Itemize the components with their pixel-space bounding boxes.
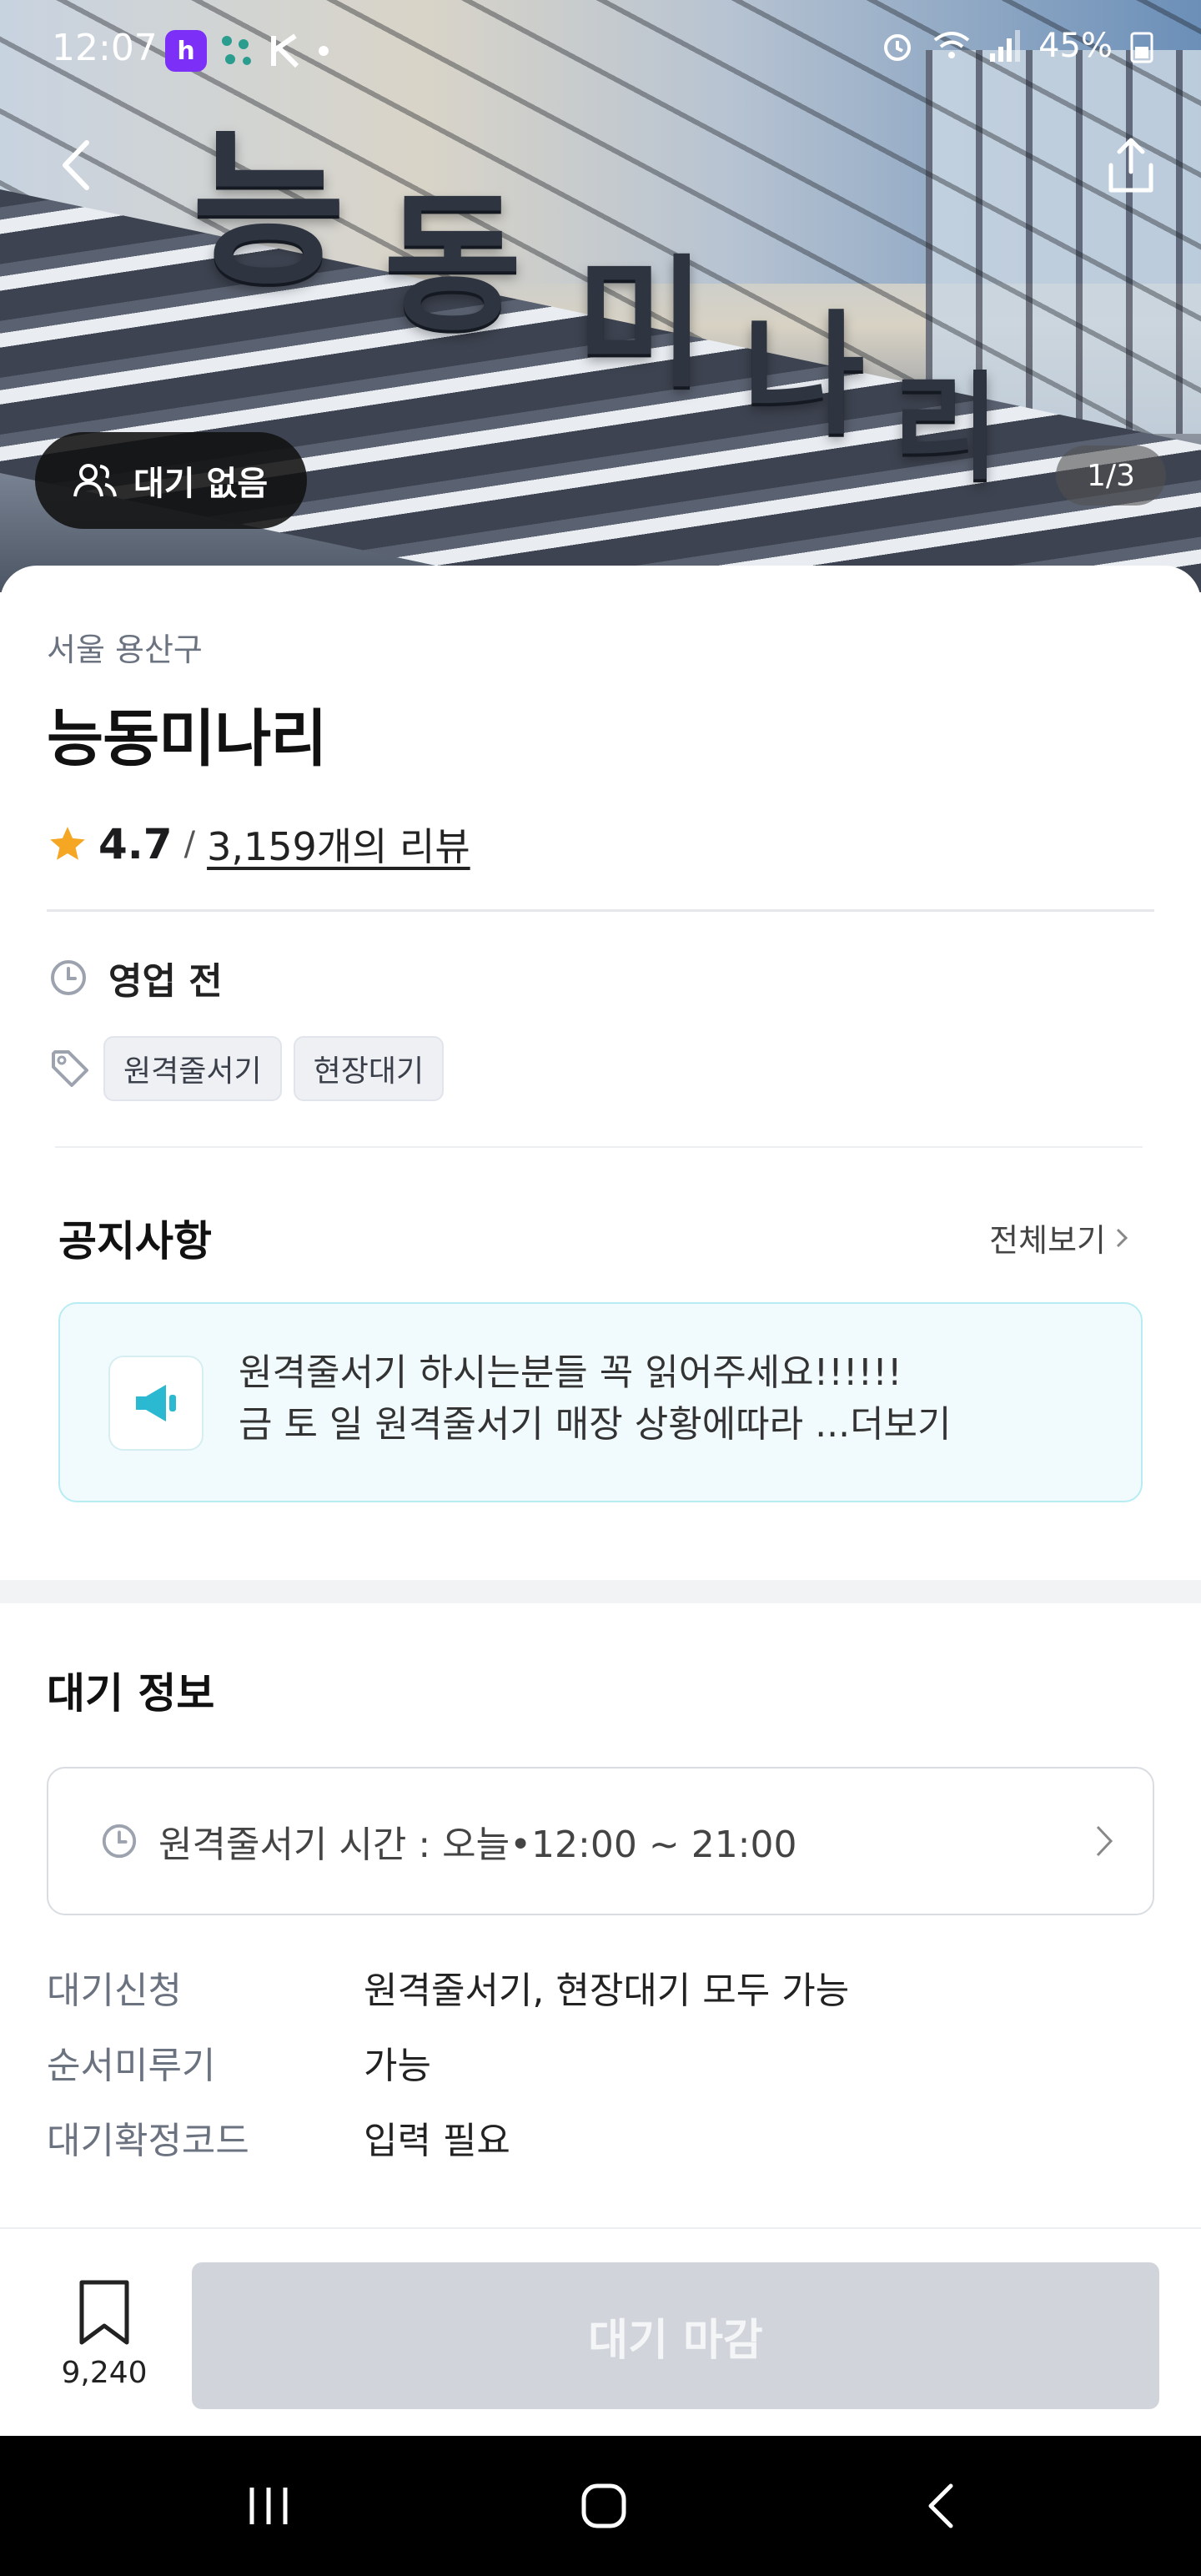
star-icon bbox=[50, 827, 85, 860]
notice-card[interactable]: 원격줄서기 하시는분들 꼭 읽어주세요!!!!!! 금 토 일 원격줄서기 매장… bbox=[58, 1302, 1143, 1502]
bookmark-count: 9,240 bbox=[61, 2356, 148, 2390]
notice-preview-text: 원격줄서기 하시는분들 꼭 읽어주세요!!!!!! 금 토 일 원격줄서기 매장… bbox=[239, 1347, 952, 1451]
status-indicators: 45% bbox=[880, 27, 1154, 65]
recent-apps-icon bbox=[249, 2488, 288, 2524]
remote-queue-time-row[interactable]: 원격줄서기 시간 : 오늘•12:00 ~ 21:00 bbox=[47, 1767, 1154, 1915]
tag-row: 원격줄서기 현장대기 bbox=[48, 1036, 445, 1101]
status-bar: 12:07 h 45% bbox=[0, 18, 1201, 77]
image-page-counter: 1/3 bbox=[1056, 445, 1166, 506]
dot-icon bbox=[319, 46, 329, 56]
chevron-left-icon bbox=[63, 140, 89, 190]
home-button[interactable] bbox=[554, 2469, 654, 2543]
sign-char: 미 bbox=[575, 240, 706, 407]
info-key: 대기확정코드 bbox=[47, 2120, 249, 2162]
signal-icon bbox=[990, 30, 1021, 62]
wait-info-title: 대기 정보 bbox=[47, 1669, 215, 1718]
notice-view-all-link[interactable]: 전체보기 bbox=[989, 1215, 1129, 1260]
sign-char: 나 bbox=[742, 296, 866, 453]
clock-icon bbox=[51, 960, 86, 995]
dots-app-icon bbox=[222, 36, 251, 65]
sign-char: 동 bbox=[384, 176, 522, 352]
waiting-status-label: 대기 없음 bbox=[133, 465, 269, 503]
megaphone-icon bbox=[136, 1385, 176, 1421]
people-icon bbox=[73, 464, 117, 497]
notice-view-all-label: 전체보기 bbox=[989, 1222, 1106, 1259]
divider bbox=[47, 909, 1154, 912]
info-value: 입력 필요 bbox=[364, 2120, 510, 2162]
tag-chip: 원격줄서기 bbox=[103, 1036, 282, 1101]
waiting-closed-button[interactable]: 대기 마감 bbox=[192, 2262, 1159, 2409]
app-notification-icon: h bbox=[165, 30, 207, 72]
rating-value: 4.7 bbox=[98, 820, 173, 868]
info-value: 원격줄서기, 현장대기 모두 가능 bbox=[364, 1970, 850, 2012]
status-app-icons: h bbox=[165, 30, 332, 72]
notice-line-2: 금 토 일 원격줄서기 매장 상황에따라 ... bbox=[239, 1403, 851, 1446]
divider bbox=[55, 1146, 1143, 1148]
store-name: 능동미나리 bbox=[47, 703, 327, 775]
notice-more-link[interactable]: 더보기 bbox=[850, 1403, 951, 1446]
info-row-postpone: 순서미루기 가능 bbox=[47, 2035, 431, 2089]
remote-queue-time: 원격줄서기 시간 : 오늘•12:00 ~ 21:00 bbox=[158, 1824, 797, 1866]
sign-char: 능 bbox=[192, 113, 346, 309]
battery-percent: 45% bbox=[1038, 27, 1113, 65]
clock-icon bbox=[102, 1824, 137, 1859]
rating-separator: / bbox=[183, 825, 196, 863]
share-button[interactable] bbox=[1091, 125, 1171, 205]
bookmark-icon bbox=[79, 2280, 129, 2345]
chevron-right-icon bbox=[1116, 1228, 1128, 1247]
business-status: 영업 전 bbox=[108, 960, 223, 1003]
sign-char: 리 bbox=[892, 360, 1000, 496]
info-key: 대기신청 bbox=[47, 1970, 182, 2012]
battery-icon bbox=[1130, 32, 1153, 63]
waiting-status-pill: 대기 없음 bbox=[35, 432, 307, 529]
back-arrow-icon bbox=[928, 2483, 953, 2528]
home-icon bbox=[581, 2483, 626, 2528]
store-detail-sheet: 서울 용산구 능동미나리 4.7 / 3,159개의 리뷰 영업 전 원격줄서기… bbox=[0, 566, 1201, 2234]
section-separator bbox=[0, 1580, 1201, 1603]
review-count-link[interactable]: 3,159개의 리뷰 bbox=[207, 817, 470, 872]
k-app-icon bbox=[271, 33, 299, 68]
info-row-apply: 대기신청 원격줄서기, 현장대기 모두 가능 bbox=[47, 1960, 849, 2014]
info-value: 가능 bbox=[364, 2045, 431, 2087]
system-navigation-bar bbox=[0, 2436, 1201, 2576]
rating-row: 4.7 / 3,159개의 리뷰 bbox=[47, 818, 470, 871]
share-icon bbox=[1108, 138, 1153, 193]
business-status-row: 영업 전 bbox=[48, 951, 223, 1004]
alarm-icon bbox=[884, 34, 912, 61]
notice-icon-box bbox=[108, 1356, 204, 1451]
info-key: 순서미루기 bbox=[47, 2045, 216, 2087]
status-time: 12:07 bbox=[52, 27, 158, 69]
info-row-confirm-code: 대기확정코드 입력 필요 bbox=[47, 2111, 510, 2164]
tag-chip: 현장대기 bbox=[293, 1036, 445, 1101]
chevron-right-icon bbox=[1096, 1825, 1113, 1857]
bookmark-button[interactable]: 9,240 bbox=[42, 2279, 167, 2390]
wifi-icon bbox=[933, 32, 970, 58]
bottom-action-bar: 9,240 대기 마감 bbox=[0, 2227, 1201, 2436]
recent-apps-button[interactable] bbox=[219, 2469, 319, 2543]
notice-line-1: 원격줄서기 하시는분들 꼭 읽어주세요!!!!!! bbox=[239, 1351, 902, 1394]
back-button[interactable] bbox=[37, 125, 117, 205]
store-hero-image[interactable]: 능 동 미 나 리 12:07 h 45% 대기 없음 1/3 bbox=[0, 0, 1201, 592]
store-region: 서울 용산구 bbox=[47, 631, 203, 668]
system-back-button[interactable] bbox=[891, 2469, 991, 2543]
notice-section-title: 공지사항 bbox=[58, 1217, 212, 1265]
tag-icon bbox=[52, 1050, 88, 1087]
